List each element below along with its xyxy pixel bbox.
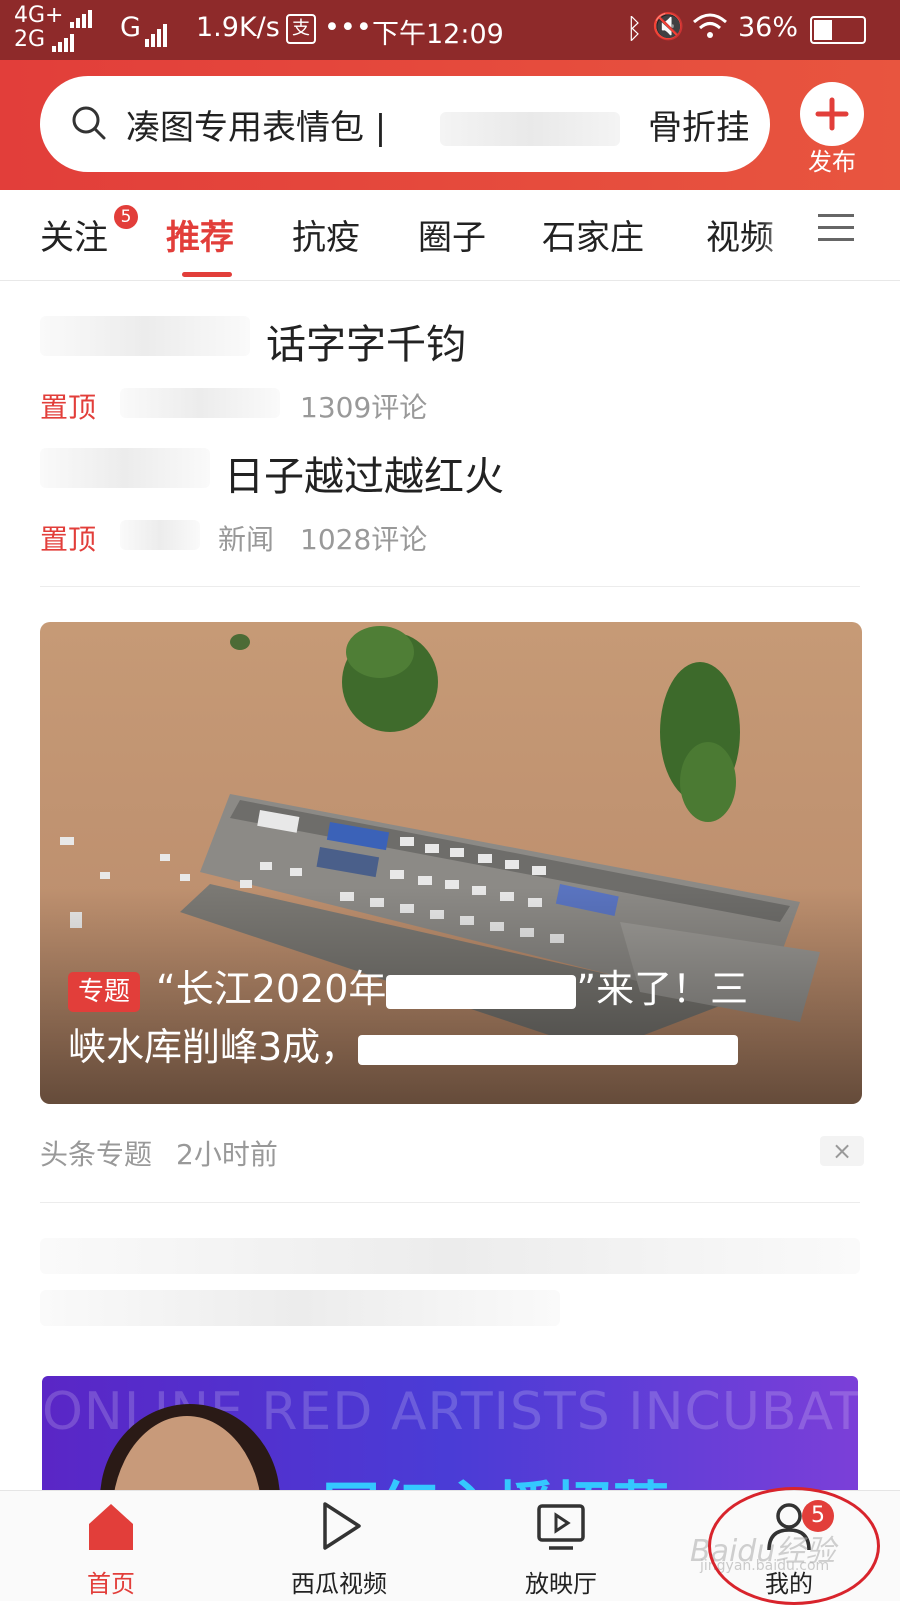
- home-icon: [89, 1504, 133, 1550]
- feature-title-part2: ”来了！三: [576, 967, 749, 1011]
- tab-follow[interactable]: 关注: [40, 210, 108, 259]
- status-bar: 4G+ 2G G 1.9K/s 支 ••• 下午12:09 ᛒ 🔇 36%: [0, 0, 900, 60]
- tab-circle[interactable]: 圈子: [418, 210, 486, 259]
- bluetooth-icon: ᛒ: [626, 12, 643, 45]
- comment-count: 1028评论: [300, 523, 428, 556]
- divider: [40, 586, 860, 587]
- tab-shijiazhuang[interactable]: 石家庄: [542, 210, 644, 259]
- nav-xigua-video[interactable]: [264, 1498, 414, 1558]
- network-type-g: G: [120, 12, 141, 43]
- blurred-region: [40, 1238, 860, 1274]
- annotation-circle: [708, 1487, 880, 1605]
- network-indicator: 4G+ 2G: [14, 4, 94, 52]
- follow-badge: 5: [114, 205, 138, 229]
- search-trending-text: 骨折挂: [648, 108, 748, 148]
- tv-icon: [537, 1504, 585, 1550]
- signal-icon: [70, 4, 94, 28]
- tab-recommend[interactable]: 推荐: [166, 210, 234, 259]
- blurred-region: [358, 1034, 739, 1065]
- pinned-label: 置顶: [40, 523, 97, 556]
- signal-icon: [52, 28, 76, 52]
- blurred-region: [120, 388, 280, 418]
- battery-percent: 36%: [738, 12, 799, 43]
- blurred-region: [40, 448, 210, 488]
- pinned-label: 置顶: [40, 391, 97, 424]
- news-source: 新闻: [218, 523, 275, 556]
- topic-badge: 专题: [68, 971, 141, 1012]
- nav-home-label[interactable]: 首页: [36, 1564, 186, 1599]
- clock: 下午12:09: [372, 19, 504, 50]
- publish-button[interactable]: [800, 82, 864, 146]
- tab-anti-epidemic[interactable]: 抗疫: [292, 210, 360, 259]
- wifi-icon: [692, 12, 728, 47]
- battery-icon: [810, 16, 866, 44]
- nav-home[interactable]: [36, 1498, 186, 1558]
- feature-time: 2小时前: [176, 1138, 278, 1171]
- tab-fade: [760, 200, 800, 272]
- publish-label[interactable]: 发布: [790, 142, 874, 177]
- news-title[interactable]: 日子越过越红火: [224, 444, 504, 502]
- signal-icon: [145, 16, 169, 47]
- dismiss-button[interactable]: ×: [820, 1136, 864, 1166]
- nav-xigua-video-label[interactable]: 西瓜视频: [264, 1564, 414, 1599]
- network-type-secondary: 2G: [14, 27, 46, 52]
- blurred-region: [40, 1290, 560, 1326]
- blurred-region: [440, 112, 620, 146]
- blurred-region: [120, 520, 200, 550]
- ad-banner[interactable]: ONLINE RED ARTISTS INCUBATION PLATFORM 网…: [42, 1376, 858, 1506]
- mute-icon: 🔇: [652, 12, 685, 42]
- menu-icon[interactable]: [818, 214, 854, 250]
- network-type-primary: 4G+: [14, 3, 64, 28]
- comment-count: 1309评论: [300, 391, 428, 424]
- search-icon: [70, 104, 108, 146]
- nav-theater-label[interactable]: 放映厅: [486, 1564, 636, 1599]
- play-icon: [323, 1502, 361, 1550]
- feature-title-line2: 峡水库削峰3成，: [68, 1025, 359, 1069]
- blurred-region: [386, 974, 577, 1009]
- feature-source: 头条专题: [40, 1138, 153, 1171]
- feature-title[interactable]: 专题 “长江2020年 ”来了！三 峡水库削峰3成，: [68, 960, 848, 1076]
- news-title[interactable]: 话字字千钧: [266, 312, 466, 370]
- network-speed: 1.9K/s: [196, 12, 280, 43]
- alipay-icon: 支: [286, 14, 316, 44]
- plus-icon: [815, 97, 849, 131]
- blurred-region: [40, 316, 250, 356]
- more-notifications: •••: [324, 12, 372, 43]
- nav-theater[interactable]: [486, 1498, 636, 1558]
- divider: [40, 1202, 860, 1203]
- feature-title-part1: “长江2020年: [156, 967, 387, 1011]
- search-placeholder: 凑图专用表情包 |: [126, 108, 387, 148]
- active-tab-indicator: [182, 272, 232, 277]
